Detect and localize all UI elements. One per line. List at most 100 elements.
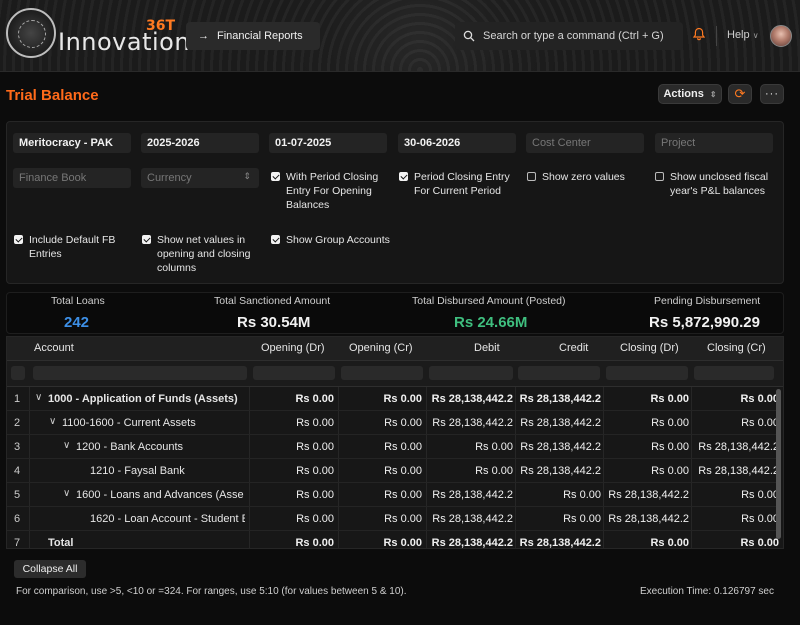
from-date-field[interactable]: 01-07-2025 <box>269 133 387 153</box>
cell-credit: Rs 0.00 <box>563 513 601 525</box>
disbursed-label: Total Disbursed Amount (Posted) <box>412 295 566 307</box>
header-debit[interactable]: Debit <box>474 342 500 354</box>
cell-c-cr: Rs 0.00 <box>740 537 779 549</box>
net-values-checkbox[interactable]: Show net values in opening and closing c… <box>142 233 254 275</box>
header-account[interactable]: Account <box>34 342 74 354</box>
user-avatar[interactable] <box>770 25 792 47</box>
checkbox-label: Show net values in opening and closing c… <box>157 234 251 274</box>
chevron-down-icon[interactable]: ∨ <box>49 416 56 427</box>
group-accounts-checkbox[interactable]: Show Group Accounts <box>271 233 401 247</box>
filter-cell[interactable] <box>11 366 25 380</box>
chevron-down-icon[interactable]: ∨ <box>35 392 42 403</box>
help-label: Help <box>727 29 750 41</box>
table-row[interactable]: 5 ∨ 1600 - Loans and Advances (Asse Rs 0.00… <box>7 483 779 507</box>
account-name[interactable]: 1210 - Faysal Bank <box>90 465 245 477</box>
table-row[interactable]: 6 1620 - Loan Account - Student Er Rs 0.00… <box>7 507 779 531</box>
cell-c-cr: Rs 0.00 <box>741 489 779 501</box>
checkbox-unchecked-icon <box>527 172 536 181</box>
show-zero-values-checkbox[interactable]: Show zero values <box>527 170 647 184</box>
header-credit[interactable]: Credit <box>559 342 588 354</box>
collapse-all-button[interactable]: Collapse All <box>14 560 86 578</box>
help-dropdown[interactable]: Help ∨ <box>727 29 759 41</box>
account-name[interactable]: 1200 - Bank Accounts <box>76 441 245 453</box>
arrow-right-icon: → <box>198 30 209 42</box>
to-date-field[interactable]: 30-06-2026 <box>398 133 516 153</box>
row-number: 7 <box>14 537 21 549</box>
filter-cell[interactable] <box>253 366 335 380</box>
account-name[interactable]: 1600 - Loans and Advances (Asse <box>76 489 245 501</box>
actions-button[interactable]: Actions ⇕ <box>658 84 722 104</box>
search-placeholder: Search or type a command (Ctrl + G) <box>483 30 664 42</box>
header-closing-dr[interactable]: Closing (Dr) <box>620 342 679 354</box>
checkbox-checked-icon <box>14 235 23 244</box>
cell-credit: Rs 28,138,442.2 <box>519 393 601 405</box>
chevron-down-icon[interactable]: ∨ <box>63 440 70 451</box>
cell-o-cr: Rs 0.00 <box>383 393 422 405</box>
table-row[interactable]: 2 ∨ 1100-1600 - Current Assets Rs 0.00 Rs 0.… <box>7 411 779 435</box>
table-row[interactable]: 4 1210 - Faysal Bank Rs 0.00 Rs 0.00 Rs 0.00… <box>7 459 779 483</box>
notification-bell-icon[interactable] <box>690 27 708 45</box>
university-seal-logo[interactable] <box>6 8 56 58</box>
cell-credit: Rs 28,138,442.2 <box>519 537 601 549</box>
account-name[interactable]: 1620 - Loan Account - Student Er <box>90 513 245 525</box>
table-row[interactable]: 1 ∨ 1000 - Application of Funds (Assets) Rs… <box>7 387 779 411</box>
header-opening-cr[interactable]: Opening (Cr) <box>349 342 413 354</box>
cell-o-cr: Rs 0.00 <box>384 513 422 525</box>
header-opening-dr[interactable]: Opening (Dr) <box>261 342 325 354</box>
unclosed-fiscal-year-checkbox[interactable]: Show unclosed fiscal year's P&L balances <box>655 170 777 198</box>
checkbox-label: Show Group Accounts <box>286 234 390 246</box>
checkbox-label: Include Default FB Entries <box>29 234 116 260</box>
vertical-scrollbar[interactable] <box>776 389 781 539</box>
project-field[interactable]: Project <box>655 133 773 153</box>
cell-debit: Rs 0.00 <box>475 441 513 453</box>
filter-hint-text: For comparison, use >5, <10 or =324. For… <box>16 586 407 597</box>
pending-label: Pending Disbursement <box>654 295 761 307</box>
checkbox-unchecked-icon <box>655 172 664 181</box>
filter-cell[interactable] <box>606 366 688 380</box>
total-loans-label: Total Loans <box>51 295 105 307</box>
total-loans-value: 242 <box>64 314 90 331</box>
breadcrumb[interactable]: → Financial Reports <box>186 22 320 50</box>
filter-cell[interactable] <box>694 366 774 380</box>
cell-c-dr: Rs 0.00 <box>651 465 689 477</box>
chevron-down-icon[interactable]: ∨ <box>63 488 70 499</box>
account-name[interactable]: 1000 - Application of Funds (Assets) <box>48 393 245 405</box>
more-options-button[interactable]: ··· <box>760 84 784 104</box>
disbursed-value: Rs 24.66M <box>454 314 528 331</box>
top-navbar: Innovation 36T → Financial Reports Searc… <box>0 0 800 72</box>
account-name[interactable]: Total <box>48 537 245 548</box>
header-closing-cr[interactable]: Closing (Cr) <box>707 342 766 354</box>
cell-o-dr: Rs 0.00 <box>296 441 334 453</box>
filter-cell[interactable] <box>518 366 600 380</box>
filter-panel: Meritocracy - PAK 2025-2026 01-07-2025 3… <box>6 121 784 284</box>
currency-select[interactable]: Currency ⇕ <box>141 168 259 188</box>
execution-time: Execution Time: 0.126797 sec <box>640 586 774 597</box>
cell-credit: Rs 28,138,442.2 <box>520 417 601 429</box>
finance-book-field[interactable]: Finance Book <box>13 168 131 188</box>
trial-balance-grid: Account Opening (Dr) Opening (Cr) Debit … <box>6 336 784 549</box>
table-row[interactable]: 7 Total Rs 0.00 Rs 0.00 Rs 28,138,442.2 Rs 28… <box>7 531 779 549</box>
cell-c-dr: Rs 0.00 <box>650 393 689 405</box>
cell-c-dr: Rs 0.00 <box>651 417 689 429</box>
account-name[interactable]: 1100-1600 - Current Assets <box>62 417 245 429</box>
period-closing-current-checkbox[interactable]: Period Closing Entry For Current Period <box>399 170 517 198</box>
checkbox-checked-icon <box>271 235 280 244</box>
cell-credit: Rs 28,138,442.2 <box>520 465 601 477</box>
company-field[interactable]: Meritocracy - PAK <box>13 133 131 153</box>
checkbox-label: Period Closing Entry For Current Period <box>414 171 510 197</box>
period-closing-opening-checkbox[interactable]: With Period Closing Entry For Opening Ba… <box>271 170 389 212</box>
default-fb-entries-checkbox[interactable]: Include Default FB Entries <box>14 233 132 261</box>
fiscal-year-field[interactable]: 2025-2026 <box>141 133 259 153</box>
navbar-divider <box>716 26 717 46</box>
cost-center-field[interactable]: Cost Center <box>526 133 644 153</box>
filter-cell[interactable] <box>33 366 247 380</box>
search-input[interactable]: Search or type a command (Ctrl + G) <box>455 22 683 50</box>
filter-cell[interactable] <box>341 366 423 380</box>
cell-o-cr: Rs 0.00 <box>384 417 422 429</box>
cell-c-cr: Rs 28,138,442.2 <box>698 441 779 453</box>
refresh-button[interactable]: ⟳ <box>728 84 752 104</box>
filter-cell[interactable] <box>429 366 513 380</box>
cell-c-dr: Rs 28,138,442.2 <box>608 513 689 525</box>
table-row[interactable]: 3 ∨ 1200 - Bank Accounts Rs 0.00 Rs 0.00 Rs 0… <box>7 435 779 459</box>
row-number: 3 <box>14 441 21 453</box>
